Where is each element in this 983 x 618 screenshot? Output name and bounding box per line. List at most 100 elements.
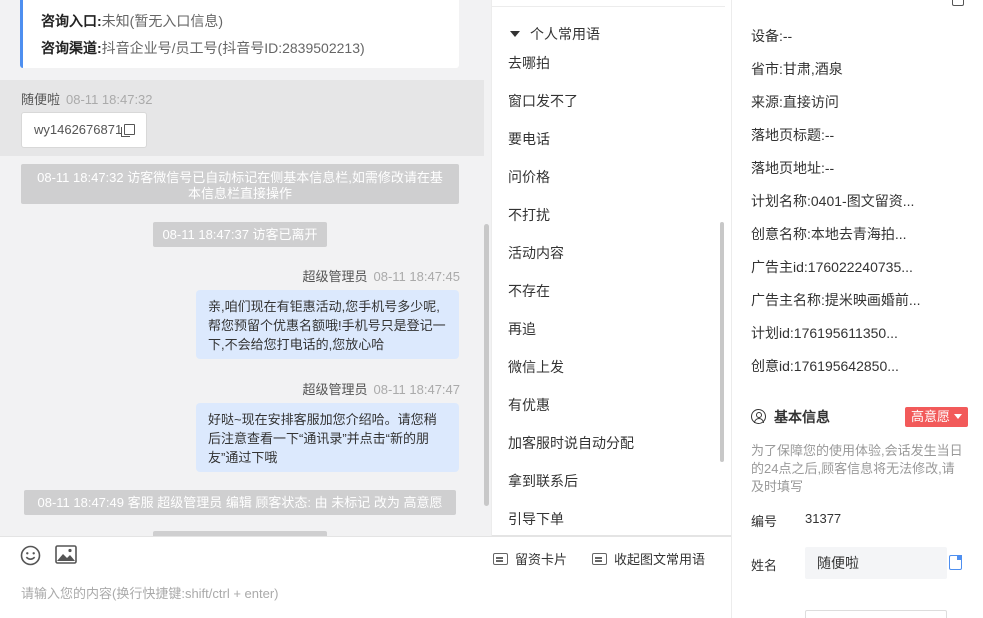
customer-name-field[interactable]: 随便啦 bbox=[805, 547, 947, 579]
info-field-device: 设备:-- bbox=[751, 26, 792, 46]
caret-down-icon bbox=[510, 31, 520, 37]
phrase-item[interactable]: 不打扰 bbox=[508, 205, 550, 225]
phrase-item[interactable]: 窗口发不了 bbox=[508, 91, 578, 111]
info-field-landing-title: 落地页标题:-- bbox=[751, 125, 834, 145]
field-value: 176022240735... bbox=[807, 259, 913, 275]
phrases-panel: 个人常用语 去哪拍 窗口发不了 要电话 问价格 不打扰 活动内容 不存在 再追 … bbox=[491, 0, 731, 536]
info-field-creative-name: 创意名称:本地去青海拍... bbox=[751, 224, 907, 244]
info-field-landing-url: 落地页地址:-- bbox=[751, 158, 834, 178]
lead-card-icon bbox=[493, 553, 508, 565]
info-field-plan-name: 计划名称:0401-图文留资... bbox=[751, 191, 914, 211]
field-label: 设备: bbox=[751, 28, 783, 44]
image-icon[interactable] bbox=[55, 545, 77, 564]
consult-info-card: 咨询入口:未知(暂无入口信息) 咨询渠道:抖音企业号/员工号(抖音号ID:283… bbox=[20, 0, 459, 68]
consult-channel-row: 咨询渠道:抖音企业号/员工号(抖音号ID:2839502213) bbox=[41, 35, 459, 62]
info-field-creative-id: 创意id:176195642850... bbox=[751, 356, 899, 376]
phrase-item[interactable]: 有优惠 bbox=[508, 395, 550, 415]
phrase-item[interactable]: 不存在 bbox=[508, 281, 550, 301]
system-message: 08-11 18:47:37 访客已离开 bbox=[153, 222, 327, 247]
field-value: 直接访问 bbox=[782, 94, 839, 110]
phrase-item[interactable]: 加客服时说自动分配 bbox=[508, 433, 634, 453]
basic-info-title: 基本信息 bbox=[774, 409, 830, 425]
intent-status-label: 高意愿 bbox=[911, 409, 951, 424]
agent-name: 超级管理员 bbox=[302, 269, 368, 284]
field-value: 176195611350... bbox=[793, 325, 898, 341]
chat-panel: 咨询入口:未知(暂无入口信息) 咨询渠道:抖音企业号/员工号(抖音号ID:283… bbox=[0, 0, 491, 618]
phrase-group-header[interactable]: 个人常用语 bbox=[510, 24, 600, 44]
customer-id-label: 编号 bbox=[751, 514, 778, 529]
agent-name: 超级管理员 bbox=[302, 382, 368, 397]
divider bbox=[492, 6, 725, 7]
chat-message-list[interactable]: 咨询入口:未知(暂无入口信息) 咨询渠道:抖音企业号/员工号(抖音号ID:283… bbox=[0, 0, 491, 536]
field-label: 广告主id: bbox=[751, 259, 808, 275]
edit-deadline-notice: 为了保障您的使用体验,会话发生当日的24点之后,顾客信息将无法修改,请及时填写 bbox=[751, 443, 963, 494]
phrase-item[interactable]: 引导下单 bbox=[508, 509, 564, 529]
phrase-item[interactable]: 去哪拍 bbox=[508, 53, 550, 73]
info-field-source: 来源:直接访问 bbox=[751, 92, 839, 112]
wechat-id-text: wy1462676871 bbox=[34, 122, 123, 137]
agent-message-bubble: 好哒~现在安排客服加您介绍哈。请您稍后注意查看一下“通讯录”并点击“新的朋友”通… bbox=[196, 403, 459, 472]
phrase-item[interactable]: 再追 bbox=[508, 319, 536, 339]
customer-name-label: 姓名 bbox=[751, 558, 778, 573]
agent-message-header: 超级管理员 08-11 18:47:45 bbox=[302, 266, 460, 285]
field-value: 甘肃,酒泉 bbox=[782, 61, 843, 77]
copy-icon[interactable] bbox=[121, 124, 136, 137]
info-field-advertiser-name: 广告主名称:提米映画婚前... bbox=[751, 290, 921, 310]
user-icon bbox=[751, 409, 766, 424]
field-label: 落地页标题: bbox=[751, 127, 825, 143]
edit-icon[interactable] bbox=[949, 555, 962, 570]
chat-scrollbar[interactable] bbox=[484, 224, 489, 506]
consult-entry-value: 未知(暂无入口信息) bbox=[101, 13, 223, 29]
agent-message-time: 08-11 18:47:47 bbox=[373, 382, 461, 397]
lead-card-button[interactable]: 留资卡片 bbox=[493, 549, 567, 568]
edit-icon-partial[interactable] bbox=[952, 0, 964, 6]
emoji-icon[interactable] bbox=[20, 545, 41, 566]
visitor-info-panel: 设备:-- 省市:甘肃,酒泉 来源:直接访问 落地页标题:-- 落地页地址:--… bbox=[731, 0, 983, 618]
intent-status-dropdown[interactable]: 高意愿 bbox=[905, 407, 969, 427]
basic-info-header: 基本信息 bbox=[751, 407, 830, 427]
phrase-item[interactable]: 要电话 bbox=[508, 129, 550, 149]
phrases-scrollbar[interactable] bbox=[720, 222, 724, 462]
agent-message-bubble: 亲,咱们现在有钜惠活动,您手机号多少呢,帮您预留个优惠名额哦!手机号只是登记一下… bbox=[196, 290, 459, 359]
field-value: -- bbox=[824, 160, 835, 176]
consult-channel-value: 抖音企业号/员工号(抖音号ID:2839502213) bbox=[101, 40, 365, 56]
collapse-phrases-button[interactable]: 收起图文常用语 bbox=[592, 549, 705, 568]
field-value: 本地去青海拍... bbox=[810, 226, 907, 242]
visitor-name: 随便啦 bbox=[21, 92, 61, 107]
field-value: 提米映画婚前... bbox=[824, 292, 921, 308]
phrase-item[interactable]: 微信上发 bbox=[508, 357, 564, 377]
field-label: 来源: bbox=[751, 94, 783, 110]
field-value: 176195642850... bbox=[793, 358, 899, 374]
field-value: -- bbox=[824, 127, 835, 143]
phrase-group-title: 个人常用语 bbox=[530, 26, 600, 42]
caret-down-icon bbox=[954, 414, 963, 419]
field-label: 省市: bbox=[751, 61, 783, 77]
field-label: 计划名称: bbox=[751, 193, 811, 209]
customer-id-value: 31377 bbox=[805, 511, 842, 526]
consult-entry-label: 咨询入口: bbox=[41, 13, 102, 29]
phrase-item[interactable]: 问价格 bbox=[508, 167, 550, 187]
visitor-message-header: 随便啦 08-11 18:47:32 bbox=[21, 89, 153, 108]
system-message: 08-11 18:47:49 客服 超级管理员 编辑 顾客状态: 由 未标记 改… bbox=[24, 490, 456, 515]
agent-message-time: 08-11 18:47:45 bbox=[373, 269, 461, 284]
consult-entry-row: 咨询入口:未知(暂无入口信息) bbox=[41, 8, 459, 35]
divider bbox=[492, 535, 731, 536]
field-label: 广告主名称: bbox=[751, 292, 825, 308]
info-field-advertiser-id: 广告主id:176022240735... bbox=[751, 257, 913, 277]
phrase-item[interactable]: 拿到联系后 bbox=[508, 471, 578, 491]
collapse-phrases-icon bbox=[592, 553, 607, 565]
visitor-message-time: 08-11 18:47:32 bbox=[66, 92, 153, 107]
field-value: 0401-图文留资... bbox=[810, 193, 915, 209]
field-label: 创意名称: bbox=[751, 226, 811, 242]
system-message: 08-11 18:47:32 访客微信号已自动标记在侧基本信息栏,如需修改请在基… bbox=[21, 164, 459, 204]
field-value: -- bbox=[782, 28, 793, 44]
wechat-id-chip[interactable]: wy1462676871 bbox=[21, 112, 147, 148]
next-field-input[interactable] bbox=[805, 610, 947, 618]
consult-channel-label: 咨询渠道: bbox=[41, 40, 102, 56]
info-field-region: 省市:甘肃,酒泉 bbox=[751, 59, 843, 79]
message-input-placeholder[interactable]: 请输入您的内容(换行快捷键:shift/ctrl + enter) bbox=[21, 583, 279, 602]
field-label: 创意id: bbox=[751, 358, 794, 374]
agent-message-header: 超级管理员 08-11 18:47:47 bbox=[302, 379, 460, 398]
field-label: 计划id: bbox=[751, 325, 794, 341]
phrase-item[interactable]: 活动内容 bbox=[508, 243, 564, 263]
